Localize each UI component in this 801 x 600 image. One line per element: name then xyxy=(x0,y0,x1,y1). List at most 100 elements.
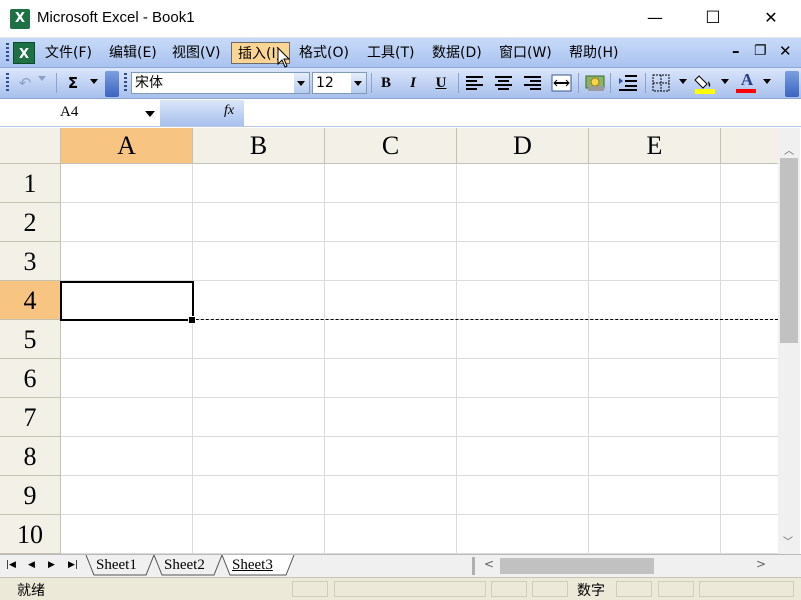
toolbar-grip-handle[interactable] xyxy=(6,73,9,93)
horizontal-scroll-thumb[interactable] xyxy=(500,558,654,574)
cell[interactable] xyxy=(325,398,457,437)
row-header-5[interactable]: 5 xyxy=(0,320,61,359)
close-button[interactable]: ✕ xyxy=(742,0,800,38)
cell[interactable] xyxy=(61,164,193,203)
cell[interactable] xyxy=(589,164,721,203)
cell[interactable] xyxy=(193,203,325,242)
cell[interactable] xyxy=(589,281,721,320)
cell[interactable] xyxy=(457,359,589,398)
row-header-8[interactable]: 8 xyxy=(0,437,61,476)
fill-handle[interactable] xyxy=(188,316,196,324)
cell[interactable] xyxy=(721,359,778,398)
bold-button[interactable]: B xyxy=(375,72,397,94)
column-header-a[interactable]: A xyxy=(61,128,193,164)
row-header-1[interactable]: 1 xyxy=(0,164,61,203)
cell[interactable] xyxy=(325,203,457,242)
name-box[interactable]: A4 xyxy=(2,102,160,124)
cell[interactable] xyxy=(589,515,721,554)
cell[interactable] xyxy=(721,476,778,515)
menu-view[interactable]: 视图(V) xyxy=(166,42,227,64)
row-header-6[interactable]: 6 xyxy=(0,359,61,398)
column-header-c[interactable]: C xyxy=(325,128,457,164)
row-header-7[interactable]: 7 xyxy=(0,398,61,437)
cell[interactable] xyxy=(193,437,325,476)
last-sheet-icon[interactable]: ▶| xyxy=(68,560,78,570)
cell[interactable] xyxy=(61,242,193,281)
row-header-4[interactable]: 4 xyxy=(0,281,61,320)
cell[interactable] xyxy=(61,203,193,242)
menu-edit[interactable]: 编辑(E) xyxy=(103,42,163,64)
menu-data[interactable]: 数据(D) xyxy=(426,42,488,64)
cell[interactable] xyxy=(325,359,457,398)
cell[interactable] xyxy=(589,437,721,476)
cell[interactable] xyxy=(721,515,778,554)
cell[interactable] xyxy=(61,437,193,476)
next-sheet-icon[interactable]: ▶ xyxy=(48,560,55,570)
sheet-tab-1[interactable]: Sheet1 xyxy=(96,555,137,576)
cell[interactable] xyxy=(61,515,193,554)
cell[interactable] xyxy=(589,359,721,398)
undo-dropdown-icon[interactable] xyxy=(38,76,46,81)
cell[interactable] xyxy=(193,476,325,515)
cell[interactable] xyxy=(457,281,589,320)
menu-format[interactable]: 格式(O) xyxy=(293,42,355,64)
doc-restore-button[interactable]: ❐ xyxy=(754,43,767,59)
fill-color-dropdown-icon[interactable] xyxy=(721,79,729,84)
cell[interactable] xyxy=(589,398,721,437)
chevron-down-icon[interactable] xyxy=(145,111,155,117)
excel-app-icon[interactable] xyxy=(10,9,30,29)
column-header-d[interactable]: D xyxy=(457,128,589,164)
chevron-down-icon[interactable]: ﹀ xyxy=(783,533,793,548)
italic-button[interactable]: I xyxy=(402,72,424,94)
tab-split-handle[interactable] xyxy=(472,557,475,575)
cell[interactable] xyxy=(325,476,457,515)
cell[interactable] xyxy=(457,515,589,554)
cell[interactable] xyxy=(325,164,457,203)
chevron-left-icon[interactable]: < xyxy=(484,557,494,571)
cell[interactable] xyxy=(457,398,589,437)
row-header-9[interactable]: 9 xyxy=(0,476,61,515)
cell[interactable] xyxy=(457,476,589,515)
increase-indent-icon[interactable] xyxy=(617,73,639,97)
cell[interactable] xyxy=(457,203,589,242)
cell[interactable] xyxy=(721,398,778,437)
sheet-tab-3[interactable]: Sheet3 xyxy=(232,555,273,576)
cell[interactable] xyxy=(61,320,193,359)
menu-window[interactable]: 窗口(W) xyxy=(493,42,558,64)
cell[interactable] xyxy=(721,242,778,281)
cell[interactable] xyxy=(589,476,721,515)
menubar-grip-handle[interactable] xyxy=(6,43,9,63)
cell[interactable] xyxy=(61,359,193,398)
cell[interactable] xyxy=(193,398,325,437)
cell[interactable] xyxy=(721,164,778,203)
align-left-icon[interactable] xyxy=(465,74,485,96)
cell[interactable] xyxy=(325,320,457,359)
insert-function-icon[interactable]: fx xyxy=(224,103,234,119)
maximize-button[interactable]: ☐ xyxy=(684,0,742,38)
font-size-combo[interactable]: 12 xyxy=(312,72,367,94)
align-center-icon[interactable] xyxy=(494,74,514,96)
underline-button[interactable]: U xyxy=(430,72,452,94)
first-sheet-icon[interactable]: |◀ xyxy=(6,560,16,570)
row-header-3[interactable]: 3 xyxy=(0,242,61,281)
borders-dropdown-icon[interactable] xyxy=(679,79,687,84)
font-color-dropdown-icon[interactable] xyxy=(763,79,771,84)
minimize-button[interactable]: — xyxy=(626,0,684,38)
toolbar-options-icon-2[interactable] xyxy=(785,71,799,97)
borders-icon[interactable] xyxy=(652,74,670,96)
chevron-down-icon[interactable] xyxy=(294,73,309,93)
row-header-2[interactable]: 2 xyxy=(0,203,61,242)
cell[interactable] xyxy=(457,164,589,203)
cell[interactable] xyxy=(457,437,589,476)
chevron-up-icon[interactable]: ︿ xyxy=(784,142,794,157)
cell[interactable] xyxy=(325,242,457,281)
cell[interactable] xyxy=(721,203,778,242)
doc-close-button[interactable]: ✕ xyxy=(779,42,792,60)
cell[interactable] xyxy=(721,320,778,359)
cell[interactable] xyxy=(193,359,325,398)
menu-help[interactable]: 帮助(H) xyxy=(563,42,624,64)
cell[interactable] xyxy=(457,320,589,359)
column-header-e[interactable]: E xyxy=(589,128,721,164)
cell[interactable] xyxy=(325,515,457,554)
doc-minimize-button[interactable]: – xyxy=(732,42,740,60)
